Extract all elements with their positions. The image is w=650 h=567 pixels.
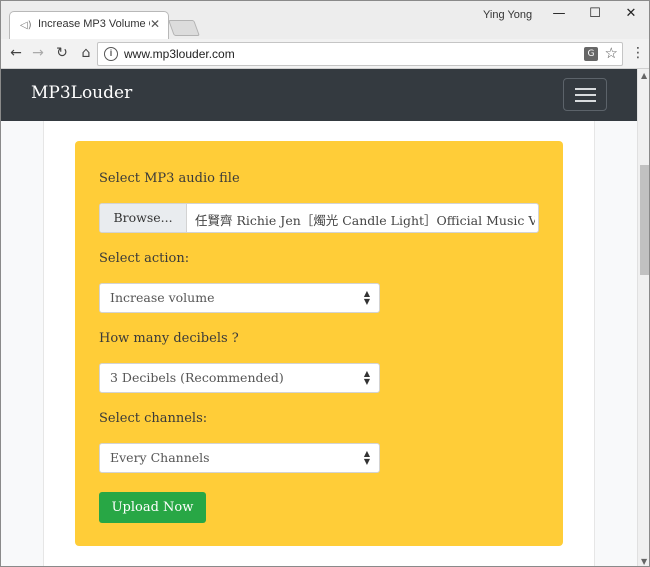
page-viewport: MP3Louder Select MP3 audio file Browse..… xyxy=(1,69,637,566)
select-arrows-icon: ▲ ▼ xyxy=(363,449,370,466)
address-bar[interactable]: i www.mp3louder.com G ☆ xyxy=(97,42,623,66)
upload-now-button[interactable]: Upload Now xyxy=(99,492,206,523)
title-bar: ◁) Increase MP3 Volume O ✕ Ying Yong — ☐… xyxy=(1,1,649,39)
channels-select-value: Every Channels xyxy=(110,450,210,465)
file-name-text: 任賢齊 Richie Jen［燭光 Candle Light］Official … xyxy=(195,213,535,228)
select-arrows-icon: ▲ ▼ xyxy=(363,289,370,306)
scroll-up-icon[interactable]: ▲ xyxy=(641,71,647,80)
action-select-value: Increase volume xyxy=(110,290,215,305)
vertical-scrollbar[interactable]: ▲ ▼ xyxy=(637,69,649,566)
browse-button[interactable]: Browse... xyxy=(100,204,187,232)
file-label: Select MP3 audio file xyxy=(99,171,240,186)
maximize-icon[interactable]: ☐ xyxy=(585,5,605,23)
hamburger-line xyxy=(575,100,596,102)
channels-label: Select channels: xyxy=(99,411,208,426)
home-icon[interactable]: ⌂ xyxy=(77,44,95,62)
decibels-select-value: 3 Decibels (Recommended) xyxy=(110,370,284,385)
close-window-icon[interactable]: ✕ xyxy=(621,5,641,23)
new-tab-button[interactable] xyxy=(168,20,200,36)
hamburger-line xyxy=(575,88,596,90)
back-arrow-icon[interactable]: ← xyxy=(7,44,25,62)
select-arrows-icon: ▲ ▼ xyxy=(363,369,370,386)
star-icon[interactable]: ☆ xyxy=(605,44,618,62)
browser-tab[interactable]: ◁) Increase MP3 Volume O ✕ xyxy=(9,11,169,39)
file-input[interactable]: Browse... 任賢齊 Richie Jen［燭光 Candle Light… xyxy=(99,203,539,233)
decibels-select[interactable]: 3 Decibels (Recommended) ▲ ▼ xyxy=(99,363,380,393)
tab-title: Increase MP3 Volume O xyxy=(38,18,150,30)
hamburger-line xyxy=(575,94,596,96)
browser-window: ◁) Increase MP3 Volume O ✕ Ying Yong — ☐… xyxy=(0,0,650,567)
browser-toolbar: ← → ↻ ⌂ i www.mp3louder.com G ☆ ⋮ xyxy=(1,39,649,69)
hamburger-menu-button[interactable] xyxy=(563,78,607,111)
scroll-thumb[interactable] xyxy=(640,165,649,275)
url-text[interactable]: www.mp3louder.com xyxy=(124,47,235,61)
translate-icon[interactable]: G xyxy=(584,47,598,61)
close-tab-icon[interactable]: ✕ xyxy=(150,17,160,31)
decibels-label: How many decibels ? xyxy=(99,331,239,346)
site-navbar: MP3Louder xyxy=(1,69,637,121)
info-icon[interactable]: i xyxy=(104,47,118,61)
site-brand[interactable]: MP3Louder xyxy=(31,83,132,103)
upload-form-card: Select MP3 audio file Browse... 任賢齊 Rich… xyxy=(75,141,563,546)
menu-dots-icon[interactable]: ⋮ xyxy=(631,44,645,62)
action-select[interactable]: Increase volume ▲ ▼ xyxy=(99,283,380,313)
minimize-icon[interactable]: — xyxy=(549,5,569,23)
reload-icon[interactable]: ↻ xyxy=(53,44,71,62)
action-label: Select action: xyxy=(99,251,190,266)
scroll-down-icon[interactable]: ▼ xyxy=(641,557,647,566)
profile-name[interactable]: Ying Yong xyxy=(483,9,532,21)
channels-select[interactable]: Every Channels ▲ ▼ xyxy=(99,443,380,473)
forward-arrow-icon[interactable]: → xyxy=(29,44,47,62)
speaker-icon: ◁) xyxy=(20,20,32,31)
